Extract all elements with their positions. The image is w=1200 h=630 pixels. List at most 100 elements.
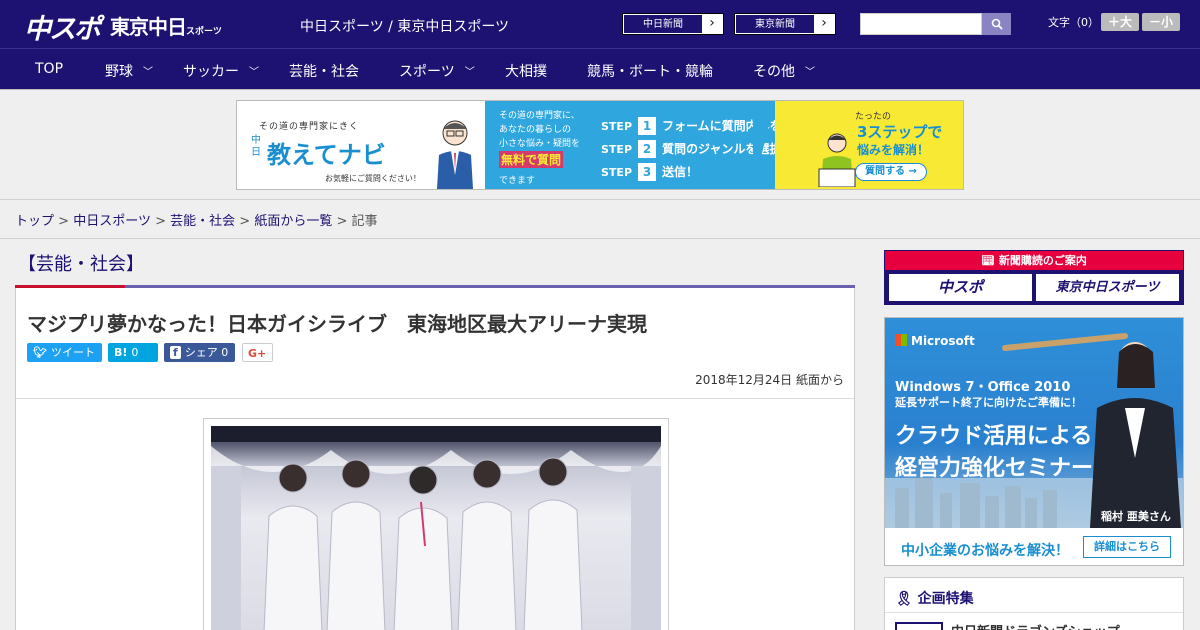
ad-title: 教えてナビ [267,141,386,169]
step-word: STEP [601,120,633,133]
breadcrumb-paper-list[interactable]: 紙面から一覧 [254,214,332,229]
chunichi-shimbun-link[interactable]: 中日新聞 › [622,13,724,35]
hatena-icon: B! [114,346,128,359]
feature-thumbnail[interactable] [895,622,943,630]
ad-right-panel: たったの 3ステップで 悩みを解消！ 質問する → [753,101,963,189]
chuspo-logo[interactable]: 中スポ [24,7,101,46]
feature-item-link[interactable]: 中日新聞ドラゴンズショップ [951,621,1120,630]
step-num: 1 [638,117,657,135]
article-title: マジプリ夢かなった！日本ガイシライブ 東海地区最大アリーナ実現 [27,312,647,336]
chunichi-shimbun-label: 中日新聞 [623,14,703,34]
google-plus-icon: G+ [248,347,267,360]
facebook-count: 0 [221,346,229,359]
chevron-down-icon: ﹀ [805,67,815,78]
tokyo-chunichi-logo[interactable]: 東京中日スポーツ [110,11,222,40]
google-plus-button[interactable]: G+ [242,343,273,362]
breadcrumb-top[interactable]: トップ [15,214,54,229]
ad-details-button[interactable]: 詳細はこちら [1083,536,1171,558]
breadcrumb: トップ > 中日スポーツ > 芸能・社会 > 紙面から一覧 > 記事 [15,210,378,229]
microsoft-brand-text: Microsoft [911,334,975,348]
font-size-down-button[interactable]: －小 [1142,13,1180,31]
ad-middle-line: 小さな悩み・疑問を [499,139,581,149]
divider [16,398,854,399]
ad-chunichi-mark: 中日 [251,135,261,158]
nav-item-other[interactable]: その他 ﹀ [753,61,815,81]
divider [885,612,1183,613]
step-text: 送信！ [662,165,699,179]
divider [0,238,1200,239]
nav-item-soccer[interactable]: サッカー ﹀ [183,61,259,81]
ad-line3: クラウド活用による [895,424,1093,449]
twitter-icon: 🐦︎ [33,346,47,359]
ad-middle-text: その道の専門家に、 あなたの暮らしの 小さな悩み・疑問を [499,109,580,151]
nav-label: サッカー [183,64,239,80]
step-num: 3 [638,163,657,181]
facebook-label: シェア [184,346,218,359]
facebook-share-button[interactable]: f シェア 0 [164,343,235,362]
nav-label: 大相撲 [505,64,547,80]
ad-middle-line: あなたの暮らしの [499,125,572,135]
step-word: STEP [601,166,633,179]
search-icon [991,18,1003,30]
ad-bottom-text: 中小企業のお悩みを解決！ [901,543,1069,559]
search-button[interactable] [982,13,1011,35]
nav-item-entertainment[interactable]: 芸能・社会 [289,61,359,81]
subscription-heading: 📰︎ 新聞購読のご案内 [885,251,1183,270]
nav-label: 競馬・ボート・競輪 [587,64,713,80]
nav-label: その他 [753,64,795,80]
nav-item-top[interactable]: TOP [35,61,63,77]
microsoft-seminar-ad[interactable]: Microsoft Windows 7・Office 2010 延長サポート終了… [884,317,1184,566]
subscribe-tokyo-chunichi-button[interactable]: 東京中日スポーツ [1036,274,1179,301]
article-date: 2018年12月24日 紙面から [695,373,844,387]
main-nav: TOP 野球 ﹀ サッカー ﹀ 芸能・社会 スポーツ ﹀ 大相撲 競馬・ボート・競輪 … [0,48,1200,90]
ad-right-text2: 3ステップで [857,123,943,141]
breadcrumb-separator: > [336,214,348,229]
nav-item-baseball[interactable]: 野球 ﹀ [105,61,153,81]
search-input[interactable] [860,13,982,35]
ad-line4: 経営力強化セミナー [895,456,1094,481]
nav-item-racing[interactable]: 競馬・ボート・競輪 [587,61,713,81]
divider [0,199,1200,200]
ad-subtitle: その道の専門家にきく [259,122,360,132]
nav-label: TOP [35,61,64,77]
nav-label: 芸能・社会 [289,64,359,80]
newspaper-icon: 📰︎ [981,254,999,267]
site-header: 中スポ 東京中日スポーツ 中日スポーツ / 東京中日スポーツ 中日新聞 › 東京… [0,0,1200,48]
tweet-button[interactable]: 🐦︎ ツイート [27,343,102,362]
oshiete-navi-banner-ad[interactable]: その道の専門家にきく 中日 教えてナビ お気軽にご質問ください！ その道の専門家… [236,100,964,190]
subscribe-chuspo-button[interactable]: 中スポ [889,274,1032,301]
nav-item-sumo[interactable]: 大相撲 [505,61,547,81]
breadcrumb-entertainment[interactable]: 芸能・社会 [170,214,235,229]
ad-bottom-panel: 中小企業のお悩みを解決！ 詳細はこちら [885,528,1183,565]
ad-top-panel: Microsoft Windows 7・Office 2010 延長サポート終了… [885,318,1183,528]
ad-line2: 延長サポート終了に向けたご準備に！ [895,396,1082,409]
ad-ask-button[interactable]: 質問する → [855,163,927,181]
tokyo-shimbun-link[interactable]: 東京新聞 › [734,13,836,35]
breadcrumb-current: 記事 [351,214,378,229]
step-num: 2 [638,140,657,158]
step-word: STEP [601,143,633,156]
chevron-right-icon: › [821,15,827,31]
facebook-icon: f [170,346,181,359]
ad-person-name: 稲村 亜美さん [1101,510,1171,523]
font-size-up-button[interactable]: ＋大 [1101,13,1139,31]
nav-item-sports[interactable]: スポーツ ﹀ [399,61,475,81]
article-photo[interactable] [203,418,669,630]
hatena-bookmark-button[interactable]: B! 0 [108,343,158,362]
subscription-box: 📰︎ 新聞購読のご案内 中スポ 東京中日スポーツ [884,250,1184,305]
ribbon-icon: 🎗︎ [895,591,918,607]
group-photo-illustration [211,426,661,630]
feature-heading: 🎗︎ 企画特集 [895,588,974,608]
subscription-heading-text: 新聞購読のご案内 [998,254,1087,267]
site-title: 中日スポーツ / 東京中日スポーツ [300,19,510,35]
expert-illustration-icon [437,120,473,189]
microsoft-logo: Microsoft [895,334,975,348]
breadcrumb-chunichi-sports[interactable]: 中日スポーツ [73,214,151,229]
tweet-label: ツイート [50,346,95,359]
chevron-down-icon: ﹀ [249,67,259,78]
ad-line1: Windows 7・Office 2010 [895,380,1071,395]
breadcrumb-separator: > [155,214,166,229]
breadcrumb-separator: > [239,214,251,229]
chevron-down-icon: ﹀ [464,67,475,78]
article-photo-image [211,426,661,630]
